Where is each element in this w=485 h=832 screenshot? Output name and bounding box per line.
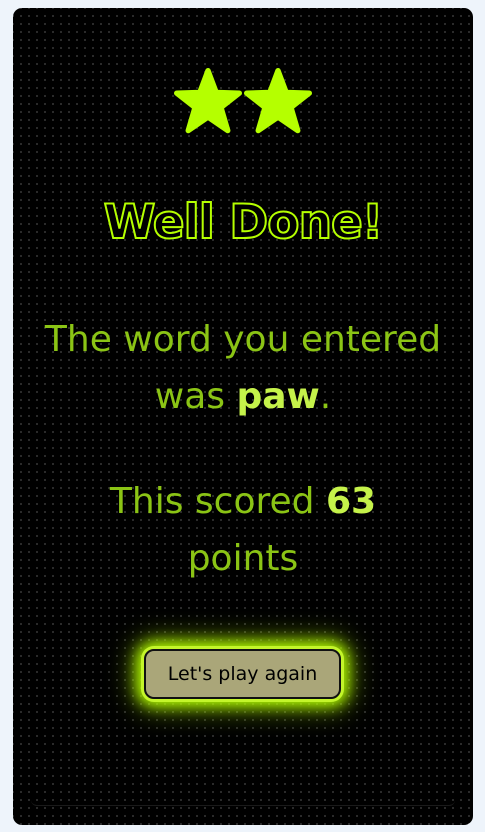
score-message: This scored 63 points xyxy=(13,473,473,587)
star-rating xyxy=(13,68,473,136)
word-message-suffix: . xyxy=(319,376,332,417)
star-icon xyxy=(244,68,312,134)
result-card: Well Done! The word you entered was paw.… xyxy=(13,8,473,825)
word-message: The word you entered was paw. xyxy=(13,311,473,425)
play-again-button[interactable]: Let's play again xyxy=(144,649,341,699)
score-value: 63 xyxy=(325,481,377,522)
star-icon xyxy=(174,68,242,134)
score-message-prefix: This scored xyxy=(109,481,315,522)
result-title: Well Done! xyxy=(103,194,385,251)
entered-word: paw xyxy=(236,376,320,417)
score-message-suffix: points xyxy=(187,538,299,579)
